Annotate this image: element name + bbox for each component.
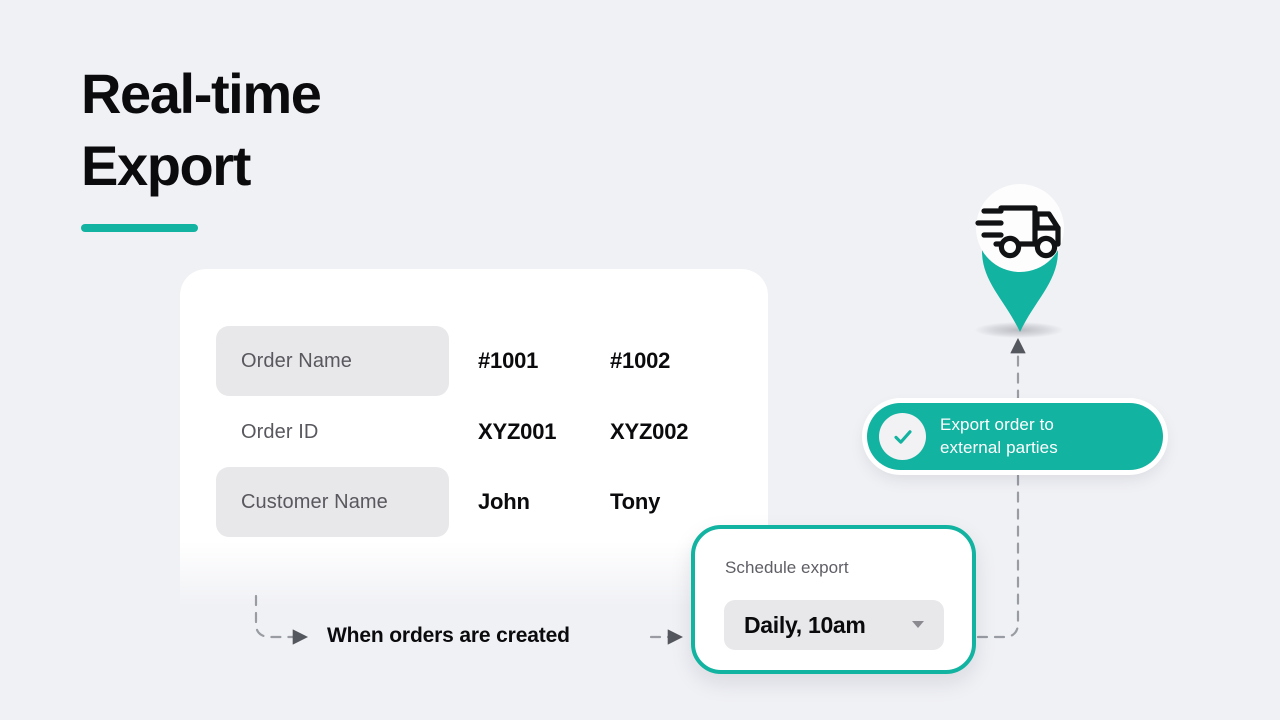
table-cell: Tony <box>610 489 660 515</box>
page-title-line-1: Real-time <box>81 58 501 130</box>
map-pin-delivery <box>956 162 1084 337</box>
export-status-badge: Export order to external parties <box>867 403 1163 470</box>
table-cell: XYZ002 <box>610 419 688 445</box>
table-cell: #1001 <box>478 348 538 374</box>
schedule-frequency-value: Daily, 10am <box>744 612 866 639</box>
table-row: Order ID XYZ001 XYZ002 <box>180 397 768 467</box>
table-cell: XYZ001 <box>478 419 556 445</box>
row-label-customer-name: Customer Name <box>216 467 449 537</box>
row-label-order-name: Order Name <box>216 326 449 396</box>
page-title-line-2: Export <box>81 130 501 202</box>
page-title: Real-time Export <box>81 58 501 201</box>
badge-text-line-1: Export order to <box>940 414 1058 436</box>
orders-table-card: Order Name #1001 #1002 Order ID XYZ001 X… <box>180 269 768 609</box>
slide-canvas: Real-time Export Order Name #1001 #1002 … <box>0 0 1280 720</box>
table-row: Order Name #1001 #1002 <box>180 326 768 396</box>
table-row: Customer Name John Tony <box>180 467 768 537</box>
title-accent-bar <box>81 224 198 232</box>
schedule-export-label: Schedule export <box>725 558 849 578</box>
schedule-frequency-select[interactable]: Daily, 10am <box>724 600 944 650</box>
row-label-order-id: Order ID <box>216 397 449 467</box>
badge-text-line-2: external parties <box>940 437 1058 459</box>
schedule-export-card: Schedule export Daily, 10am <box>691 525 976 674</box>
export-status-badge-text: Export order to external parties <box>940 414 1058 459</box>
table-cell: John <box>478 489 530 515</box>
chevron-down-icon <box>912 621 924 628</box>
check-circle-icon <box>879 413 926 460</box>
table-cell: #1002 <box>610 348 670 374</box>
trigger-label: When orders are created <box>327 624 570 648</box>
connector-schedule-to-pin <box>978 341 1018 637</box>
